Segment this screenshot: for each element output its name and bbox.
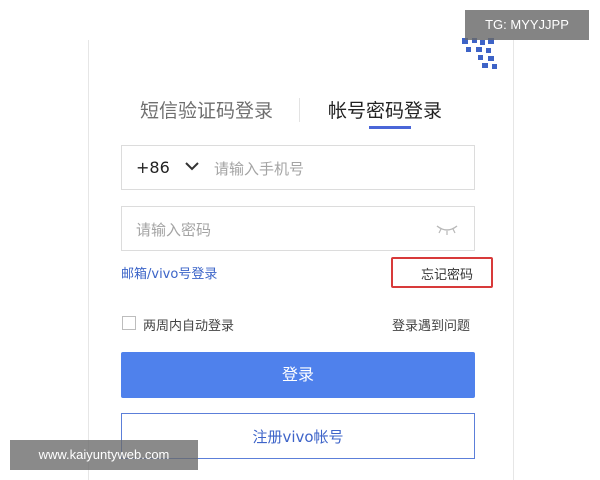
login-trouble-link[interactable]: 登录遇到问题 (392, 315, 470, 334)
phone-field[interactable]: +86 请输入手机号 (121, 145, 475, 190)
chevron-down-icon[interactable] (184, 160, 200, 172)
tab-password-login[interactable]: 帐号密码登录 (328, 96, 442, 123)
password-field[interactable]: 请输入密码 (121, 206, 475, 251)
password-input[interactable]: 请输入密码 (136, 219, 211, 240)
tab-sms-login[interactable]: 短信验证码登录 (140, 96, 273, 123)
phone-input[interactable]: 请输入手机号 (214, 158, 304, 179)
login-tabs: 短信验证码登录 帐号密码登录 (120, 96, 476, 130)
active-tab-indicator (369, 126, 411, 129)
remember-label[interactable]: 两周内自动登录 (143, 315, 234, 334)
forgot-password-link[interactable]: 忘记密码 (421, 264, 473, 283)
watermark-bottom: www.kaiyuntyweb.com (10, 440, 198, 470)
login-button[interactable]: 登录 (121, 352, 475, 398)
qr-code-icon[interactable] (458, 38, 498, 70)
watermark-top: TG: MYYJJPP (465, 10, 589, 40)
country-code[interactable]: +86 (136, 158, 170, 177)
tab-divider (299, 98, 300, 122)
remember-checkbox[interactable] (122, 316, 136, 330)
email-login-link[interactable]: 邮箱/vivo号登录 (121, 263, 217, 282)
eye-closed-icon[interactable] (436, 223, 458, 235)
